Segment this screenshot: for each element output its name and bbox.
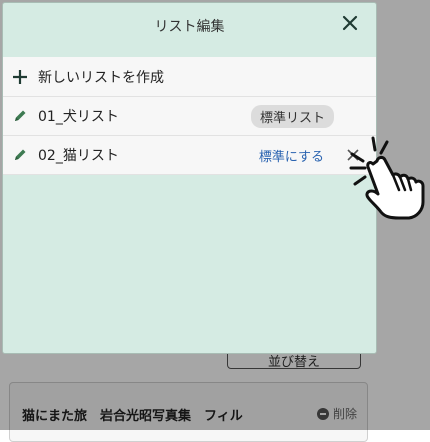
set-default-link[interactable]: 標準にする xyxy=(259,146,324,165)
default-list-badge: 標準リスト xyxy=(250,104,334,128)
pencil-icon[interactable] xyxy=(12,108,28,124)
create-list-label: 新しいリストを作成 xyxy=(38,69,164,86)
list-container: 新しいリストを作成 01_犬リスト 標準リスト 02_猫リスト 標準にする xyxy=(3,57,376,175)
modal-header: リスト編集 xyxy=(3,3,376,57)
list-item: 01_犬リスト 標準リスト xyxy=(3,97,376,136)
list-edit-modal: リスト編集 新しいリストを作成 01_犬リスト 標準リスト 02_猫リスト 標準… xyxy=(2,2,377,354)
pencil-icon[interactable] xyxy=(12,147,28,163)
list-name: 02_猫リスト xyxy=(38,148,119,164)
list-item: 02_猫リスト 標準にする xyxy=(3,136,376,175)
close-icon[interactable] xyxy=(340,13,360,33)
pointing-hand-icon xyxy=(349,136,425,220)
create-list-row[interactable]: 新しいリストを作成 xyxy=(3,57,376,97)
plus-icon xyxy=(13,69,27,84)
list-name: 01_犬リスト xyxy=(38,109,119,125)
modal-title: リスト編集 xyxy=(154,19,225,35)
